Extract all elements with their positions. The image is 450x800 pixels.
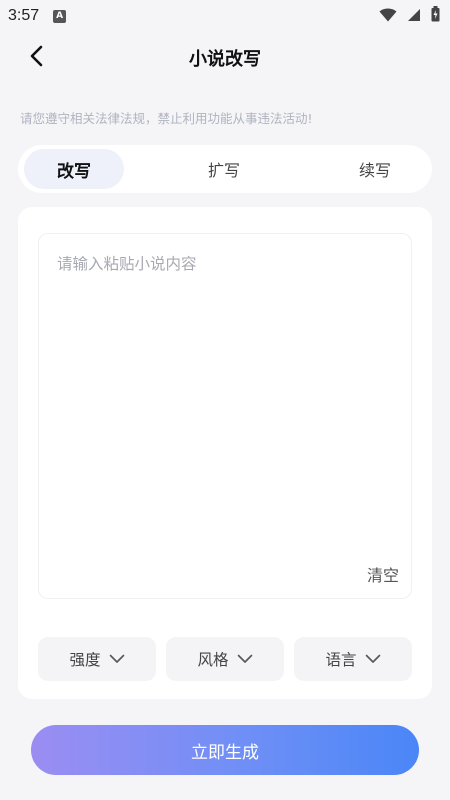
battery-icon bbox=[431, 6, 440, 26]
novel-input[interactable] bbox=[39, 234, 411, 598]
back-button[interactable] bbox=[18, 40, 54, 76]
chevron-down-icon bbox=[237, 650, 253, 668]
notification-badge: A bbox=[53, 9, 67, 23]
chevron-left-icon bbox=[29, 45, 43, 71]
chevron-down-icon bbox=[365, 650, 381, 668]
generate-button[interactable]: 立即生成 bbox=[31, 725, 419, 775]
signal-icon bbox=[407, 7, 421, 26]
language-label: 语言 bbox=[325, 651, 357, 669]
tab-continue[interactable]: 续写 bbox=[324, 149, 426, 189]
app-header: 小说改写 bbox=[0, 32, 450, 84]
status-time: 3:57 bbox=[8, 7, 40, 24]
option-selectors: 强度 风格 语言 bbox=[38, 637, 412, 681]
editor-card: 清空 强度 风格 语言 bbox=[18, 207, 432, 699]
legal-notice: 请您遵守相关法律法规，禁止利用功能从事违法活动! bbox=[20, 111, 313, 126]
style-label: 风格 bbox=[197, 651, 229, 669]
language-select[interactable]: 语言 bbox=[294, 637, 412, 681]
mode-tabs: 改写 扩写 续写 bbox=[18, 145, 432, 193]
page-title: 小说改写 bbox=[189, 49, 261, 70]
tab-rewrite[interactable]: 改写 bbox=[24, 149, 124, 189]
status-bar: 3:57 A bbox=[0, 0, 450, 32]
tab-expand[interactable]: 扩写 bbox=[124, 149, 324, 189]
style-select[interactable]: 风格 bbox=[166, 637, 284, 681]
intensity-label: 强度 bbox=[69, 651, 101, 669]
novel-input-box: 清空 bbox=[38, 233, 412, 599]
clear-button[interactable]: 清空 bbox=[367, 562, 399, 586]
intensity-select[interactable]: 强度 bbox=[38, 637, 156, 681]
wifi-icon bbox=[379, 7, 397, 26]
chevron-down-icon bbox=[109, 650, 125, 668]
